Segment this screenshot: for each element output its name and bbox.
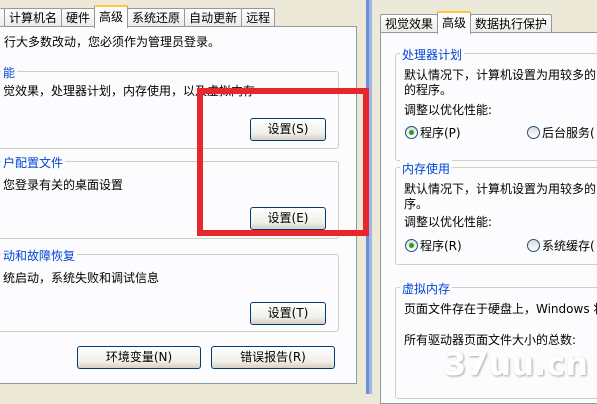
memory-system-cache-radio[interactable] [527,239,540,252]
tab-right-advanced[interactable]: 高级 [437,11,472,34]
tab-dep[interactable]: 数据执行保护 [470,14,553,33]
memory-system-cache-label[interactable]: 系统缓存( [542,237,595,254]
processor-adjust-label: 调整以优化性能: [404,103,493,117]
processor-title: 处理器计划 [400,46,465,63]
startup-recovery-title: 动和故障恢复 [1,247,78,264]
memory-programs-label[interactable]: 程序(R) [420,237,462,254]
processor-desc-line2: 的程序。 [404,83,453,97]
virtual-memory-desc-line1: 页面文件存在于硬盘上，Windows 将 [404,302,597,316]
performance-title: 能 [1,64,18,81]
tab-hardware[interactable]: 硬件 [61,8,96,27]
user-profiles-title: 户配置文件 [1,154,66,171]
startup-recovery-desc: 统启动，系统失败和调试信息 [3,271,160,285]
performance-settings-button[interactable]: 设置(S) [250,118,326,141]
tab-remote[interactable]: 远程 [241,8,276,27]
tab-system-restore[interactable]: 系统还原 [127,8,186,27]
processor-programs-label[interactable]: 程序(P) [420,124,461,141]
environment-variables-button[interactable]: 环境变量(N) [77,346,201,369]
tab-strip: 计算机名 硬件 高级 系统还原 自动更新 远程 [0,5,276,28]
memory-desc-line1: 默认情况下，计算机设置为用较多的 [404,182,597,196]
tab-panel-advanced: 行大多数改动，您必须作为管理员登录。 能 觉效果，处理器计划，内存使用，以及虚拟… [0,26,357,384]
error-report-button[interactable]: 错误报告(R) [211,346,335,369]
processor-programs-radio[interactable] [405,126,418,139]
memory-usage-group: 内存使用 默认情况下，计算机设置为用较多的 序。 调整以优化性能: 程序(R) … [395,160,597,265]
tab-computer-name[interactable]: 计算机名 [4,8,63,27]
performance-options-window: 视觉效果 高级 数据执行保护 处理器计划 默认情况下，计算机设置为用较多的 的程… [372,0,597,404]
user-profiles-desc: 您登录有关的桌面设置 [3,178,124,192]
tab-auto-update[interactable]: 自动更新 [184,8,243,27]
processor-background-label[interactable]: 后台服务( [542,124,595,141]
tab-advanced[interactable]: 高级 [94,5,129,28]
performance-group: 能 觉效果，处理器计划，内存使用，以及虚拟内存 设置(S) [0,64,339,149]
virtual-memory-title: 虚拟内存 [400,280,453,297]
system-properties-window: 计算机名 硬件 高级 系统还原 自动更新 远程 行大多数改动，您必须作为管理员登… [0,0,370,394]
startup-recovery-settings-button[interactable]: 设置(T) [250,302,326,325]
memory-title: 内存使用 [400,160,453,177]
right-tab-strip: 视觉效果 高级 数据执行保护 [380,11,553,34]
site-watermark: 37uu.cn [444,345,588,383]
tab-visual-effects[interactable]: 视觉效果 [380,14,439,33]
startup-recovery-group: 动和故障恢复 统启动，系统失败和调试信息 设置(T) [0,247,339,332]
memory-adjust-label: 调整以优化性能: [404,215,493,229]
memory-desc-line2: 序。 [404,197,429,211]
processor-scheduling-group: 处理器计划 默认情况下，计算机设置为用较多的 的程序。 调整以优化性能: 程序(… [395,46,597,161]
processor-background-radio[interactable] [527,126,540,139]
admin-notice: 行大多数改动，您必须作为管理员登录。 [4,35,221,49]
user-profiles-group: 户配置文件 您登录有关的桌面设置 设置(E) [0,154,339,239]
user-profiles-settings-button[interactable]: 设置(E) [250,207,326,230]
memory-programs-radio[interactable] [405,239,418,252]
performance-desc: 觉效果，处理器计划，内存使用，以及虚拟内存 [3,84,256,98]
